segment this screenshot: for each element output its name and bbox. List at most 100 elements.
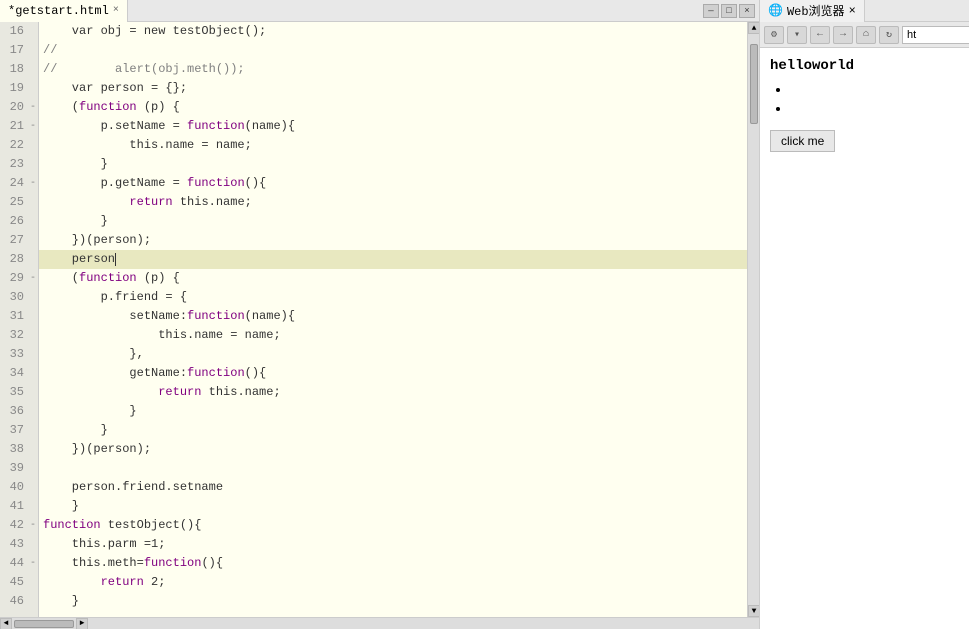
code-segment: })(person);	[43, 440, 151, 459]
refresh-button[interactable]: ↻	[879, 26, 899, 44]
gutter-row: 24-	[0, 174, 38, 193]
line-gutter: 1617181920-21-222324-2526272829-30313233…	[0, 22, 39, 617]
line-number: 21	[0, 117, 28, 136]
scroll-left-arrow[interactable]: ◄	[0, 618, 12, 629]
code-line[interactable]: }	[39, 155, 747, 174]
code-line[interactable]: },	[39, 345, 747, 364]
code-line[interactable]: var person = {};	[39, 79, 747, 98]
gutter-row: 26	[0, 212, 38, 231]
code-line[interactable]: })(person);	[39, 231, 747, 250]
code-segment: return	[101, 573, 144, 592]
browser-tab[interactable]: 🌐 Web浏览器 ×	[760, 0, 865, 22]
code-segment: (p) {	[137, 269, 180, 288]
horizontal-scrollbar[interactable]: ◄ ►	[0, 617, 759, 629]
back-button[interactable]: ←	[810, 26, 830, 44]
scroll-down-arrow[interactable]: ▼	[748, 605, 759, 617]
editor-tab[interactable]: *getstart.html ×	[0, 0, 128, 22]
forward-button[interactable]: →	[833, 26, 853, 44]
code-line[interactable]: }	[39, 421, 747, 440]
code-segment: (p) {	[137, 98, 180, 117]
fold-marker[interactable]: -	[28, 520, 38, 531]
code-lines[interactable]: var obj = new testObject();//// alert(ob…	[39, 22, 747, 617]
scroll-up-arrow[interactable]: ▲	[748, 22, 759, 34]
fold-marker[interactable]: -	[28, 558, 38, 569]
editor-close-button[interactable]: ×	[739, 4, 755, 18]
code-line[interactable]: this.name = name;	[39, 136, 747, 155]
line-number: 31	[0, 307, 28, 326]
scroll-thumb[interactable]	[750, 44, 758, 124]
line-number: 39	[0, 459, 28, 478]
vertical-scrollbar[interactable]: ▲ ▼	[747, 22, 759, 617]
code-segment: this.name = name;	[43, 136, 252, 155]
line-number: 22	[0, 136, 28, 155]
browser-tab-label: Web浏览器	[787, 2, 845, 19]
fold-marker[interactable]: -	[28, 102, 38, 113]
line-number: 16	[0, 22, 28, 41]
url-bar[interactable]	[902, 26, 969, 44]
settings-button[interactable]: ⚙	[764, 26, 784, 44]
code-segment: var person = {};	[43, 79, 187, 98]
code-line[interactable]: return this.name;	[39, 193, 747, 212]
code-segment: this.name;	[201, 383, 280, 402]
browser-tab-bar: 🌐 Web浏览器 × — □ ×	[760, 0, 969, 22]
gutter-row: 42-	[0, 516, 38, 535]
gutter-row: 17	[0, 41, 38, 60]
fold-marker[interactable]: -	[28, 178, 38, 189]
code-segment: function	[43, 516, 101, 535]
code-line[interactable]: (function (p) {	[39, 269, 747, 288]
click-me-button[interactable]: click me	[770, 130, 835, 152]
code-segment: setName:	[43, 307, 187, 326]
code-line[interactable]: p.setName = function(name){	[39, 117, 747, 136]
code-line[interactable]: p.getName = function(){	[39, 174, 747, 193]
gutter-row: 35	[0, 383, 38, 402]
browser-tab-close-icon[interactable]: ×	[849, 4, 856, 18]
code-line[interactable]: person.friend.setname	[39, 478, 747, 497]
code-line[interactable]: p.friend = {	[39, 288, 747, 307]
editor-maximize-button[interactable]: □	[721, 4, 737, 18]
code-segment	[43, 193, 129, 212]
code-line[interactable]: var obj = new testObject();	[39, 22, 747, 41]
code-line[interactable]: function testObject(){	[39, 516, 747, 535]
code-line[interactable]	[39, 459, 747, 478]
code-line[interactable]: this.parm =1;	[39, 535, 747, 554]
line-number: 20	[0, 98, 28, 117]
code-line[interactable]: }	[39, 402, 747, 421]
gutter-row: 31	[0, 307, 38, 326]
fold-marker[interactable]: -	[28, 273, 38, 284]
code-line[interactable]: //	[39, 41, 747, 60]
code-line[interactable]: }	[39, 592, 747, 611]
code-segment: function	[187, 117, 245, 136]
gutter-row: 19	[0, 79, 38, 98]
code-line[interactable]: person	[39, 250, 747, 269]
code-line[interactable]: })(person);	[39, 440, 747, 459]
list-item-2	[790, 101, 969, 116]
settings-dropdown-button[interactable]: ▾	[787, 26, 807, 44]
code-line[interactable]: return 2;	[39, 573, 747, 592]
code-segment: }	[43, 592, 79, 611]
editor-minimize-button[interactable]: —	[703, 4, 719, 18]
code-segment: testObject(){	[101, 516, 202, 535]
editor-tab-close-icon[interactable]: ×	[113, 5, 119, 16]
home-button[interactable]: ⌂	[856, 26, 876, 44]
line-number: 27	[0, 231, 28, 250]
gutter-row: 46	[0, 592, 38, 611]
code-line[interactable]: }	[39, 497, 747, 516]
gutter-row: 25	[0, 193, 38, 212]
code-line[interactable]: return this.name;	[39, 383, 747, 402]
scroll-right-arrow[interactable]: ►	[76, 618, 88, 629]
code-line[interactable]: (function (p) {	[39, 98, 747, 117]
browser-content: helloworld click me	[760, 48, 969, 629]
code-line[interactable]: this.name = name;	[39, 326, 747, 345]
gutter-row: 23	[0, 155, 38, 174]
code-line[interactable]: this.meth=function(){	[39, 554, 747, 573]
code-line[interactable]: // alert(obj.meth());	[39, 60, 747, 79]
code-segment: function	[187, 307, 245, 326]
scroll-h-thumb[interactable]	[14, 620, 74, 628]
code-line[interactable]: setName:function(name){	[39, 307, 747, 326]
code-segment: var obj = new testObject();	[43, 22, 266, 41]
fold-marker[interactable]: -	[28, 121, 38, 132]
code-segment: (	[43, 98, 79, 117]
line-number: 45	[0, 573, 28, 592]
code-line[interactable]: getName:function(){	[39, 364, 747, 383]
code-line[interactable]: }	[39, 212, 747, 231]
